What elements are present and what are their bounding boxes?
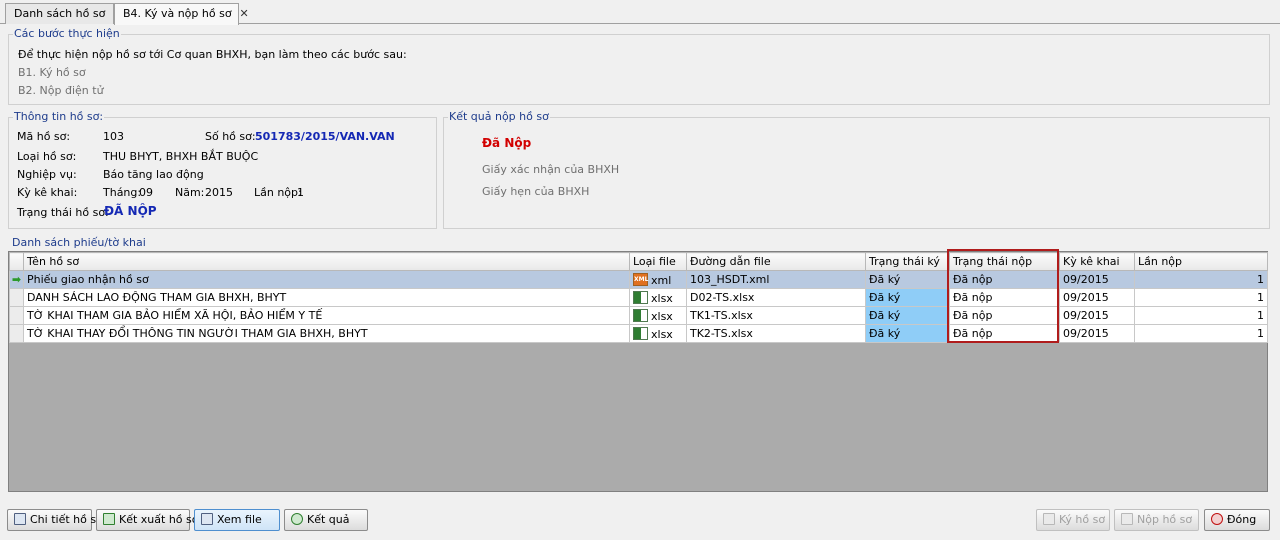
info-title: Thông tin hồ sơ: [13, 110, 105, 123]
giay-xac-nhan-link[interactable]: Giấy xác nhận của BHXH [482, 163, 619, 176]
ket-xuat-ho-so-button[interactable]: Kết xuất hồ sơ [96, 509, 198, 531]
nam-value: 2015 [205, 186, 233, 199]
duong-dan-cell: D02-TS.xlsx [686, 288, 866, 307]
nghiep-vu-value: Báo tăng lao động [103, 168, 204, 181]
chi-tiet-ho-so-button[interactable]: Chi tiết hồ sơ [7, 509, 103, 531]
so-ho-so-label: Số hồ sơ: [205, 130, 256, 143]
result-group: Kết quả nộp hồ sơ Đã Nộp Giấy xác nhận c… [443, 110, 1270, 229]
giay-hen-link[interactable]: Giấy hẹn của BHXH [482, 185, 589, 198]
ten-ho-so-cell: TỜ KHAI THAY ĐỔI THÔNG TIN NGƯỜI THAM GI… [23, 324, 630, 343]
loai-ho-so-value: THU BHYT, BHXH BẮT BUỘC [103, 150, 259, 163]
details-icon [14, 513, 26, 525]
row-indicator [9, 306, 24, 325]
lan-nop-label: Lần nộp: [254, 186, 302, 199]
ky-ke-khai-cell: 09/2015 [1059, 270, 1135, 289]
list-title: Danh sách phiếu/tờ khai [12, 236, 146, 249]
close-icon[interactable]: ✕ [240, 7, 249, 20]
duong-dan-cell: TK2-TS.xlsx [686, 324, 866, 343]
view-file-icon [201, 513, 213, 525]
lan-nop-cell: 1 [1134, 270, 1268, 289]
lan-nop-cell: 1 [1134, 324, 1268, 343]
trang-thai-ky-cell: Đã ký [865, 270, 950, 289]
nop-ho-so-button[interactable]: Nộp hồ sơ [1114, 509, 1199, 531]
xml-file-icon [633, 272, 648, 286]
loai-ho-so-label: Loại hồ sơ: [17, 150, 77, 163]
lan-nop-value: 1 [297, 186, 304, 199]
column-header-loai-file[interactable]: Loại file [629, 252, 687, 271]
lan-nop-cell: 1 [1134, 306, 1268, 325]
step-nop-dien-tu: B2. Nộp điện tử [18, 84, 104, 97]
steps-title: Các bước thực hiện [13, 27, 121, 40]
tab-bar: Danh sách hồ sơ B4. Ký và nộp hồ sơ ✕ [0, 0, 1280, 25]
ma-ho-so-label: Mã hồ sơ: [17, 130, 71, 143]
table-row[interactable]: DANH SÁCH LAO ĐỘNG THAM GIA BHXH, BHYT x… [9, 288, 1268, 307]
duong-dan-cell: 103_HSDT.xml [686, 270, 866, 289]
so-ho-so-value: 501783/2015/VAN.VAN [255, 130, 395, 143]
table-row[interactable]: TỜ KHAI THAM GIA BẢO HIỂM XÃ HỘI, BẢO HI… [9, 306, 1268, 325]
lan-nop-cell: 1 [1134, 288, 1268, 307]
trang-thai-value: ĐÃ NỘP [104, 204, 157, 218]
ket-qua-button[interactable]: Kết quả [284, 509, 368, 531]
loai-file-cell: xlsx [629, 306, 687, 325]
table-row[interactable]: ➡ Phiếu giao nhận hồ sơ xml 103_HSDT.xml… [9, 270, 1268, 289]
ma-ho-so-value: 103 [103, 130, 124, 143]
sign-icon [1043, 513, 1055, 525]
result-title: Kết quả nộp hồ sơ [448, 110, 550, 123]
nam-label: Năm: [175, 186, 205, 199]
ky-ke-khai-cell: 09/2015 [1059, 288, 1135, 307]
excel-file-icon [633, 290, 648, 304]
power-icon [1211, 513, 1223, 525]
submit-icon [1121, 513, 1133, 525]
loai-file-cell: xlsx [629, 288, 687, 307]
tab-ky-nop-ho-so[interactable]: B4. Ký và nộp hồ sơ ✕ [114, 3, 249, 25]
table-row[interactable]: TỜ KHAI THAY ĐỔI THÔNG TIN NGƯỜI THAM GI… [9, 324, 1268, 343]
nghiep-vu-label: Nghiệp vụ: [17, 168, 77, 181]
tab-danh-sach-ho-so[interactable]: Danh sách hồ sơ [5, 3, 114, 24]
export-icon [103, 513, 115, 525]
loai-file-cell: xlsx [629, 324, 687, 343]
step-ky-ho-so: B1. Ký hồ sơ [18, 66, 86, 79]
ky-ho-so-button[interactable]: Ký hồ sơ [1036, 509, 1110, 531]
row-indicator [9, 324, 24, 343]
result-status: Đã Nộp [482, 136, 532, 150]
ten-ho-so-cell: TỜ KHAI THAM GIA BẢO HIỂM XÃ HỘI, BẢO HI… [23, 306, 630, 325]
highlight-box [947, 249, 1059, 343]
excel-file-icon [633, 326, 648, 340]
ky-ke-khai-cell: 09/2015 [1059, 306, 1135, 325]
steps-group: Các bước thực hiện Để thực hiện nộp hồ s… [8, 27, 1270, 105]
duong-dan-cell: TK1-TS.xlsx [686, 306, 866, 325]
ky-ke-khai-cell: 09/2015 [1059, 324, 1135, 343]
dong-button[interactable]: Đóng [1204, 509, 1270, 531]
thang-label: Tháng: [103, 186, 142, 199]
column-header-lan-nop[interactable]: Lần nộp [1134, 252, 1268, 271]
ten-ho-so-cell: Phiếu giao nhận hồ sơ [23, 270, 630, 289]
document-grid: Tên hồ sơ Loại file Đường dẫn file Trạng… [8, 251, 1268, 492]
ky-ke-khai-label: Kỳ kê khai: [17, 186, 78, 199]
row-indicator-header [9, 252, 24, 271]
current-row-arrow-icon: ➡ [9, 270, 24, 289]
xem-file-button[interactable]: Xem file [194, 509, 280, 531]
column-header-duong-dan[interactable]: Đường dẫn file [686, 252, 866, 271]
thang-value: 09 [139, 186, 153, 199]
column-header-ten-ho-so[interactable]: Tên hồ sơ [23, 252, 630, 271]
refresh-icon [291, 513, 303, 525]
column-header-trang-thai-ky[interactable]: Trạng thái ký [865, 252, 950, 271]
trang-thai-ky-cell: Đã ký [865, 306, 950, 325]
row-indicator [9, 288, 24, 307]
column-header-ky-ke-khai[interactable]: Kỳ kê khai [1059, 252, 1135, 271]
excel-file-icon [633, 308, 648, 322]
ten-ho-so-cell: DANH SÁCH LAO ĐỘNG THAM GIA BHXH, BHYT [23, 288, 630, 307]
info-group: Thông tin hồ sơ: Mã hồ sơ: 103 Số hồ sơ:… [8, 110, 437, 229]
loai-file-cell: xml [629, 270, 687, 289]
trang-thai-ky-cell: Đã ký [865, 324, 950, 343]
steps-intro: Để thực hiện nộp hồ sơ tới Cơ quan BHXH,… [18, 48, 407, 61]
trang-thai-label: Trạng thái hồ sơ: [17, 206, 109, 219]
trang-thai-ky-cell: Đã ký [865, 288, 950, 307]
document-table: Tên hồ sơ Loại file Đường dẫn file Trạng… [9, 252, 1268, 343]
